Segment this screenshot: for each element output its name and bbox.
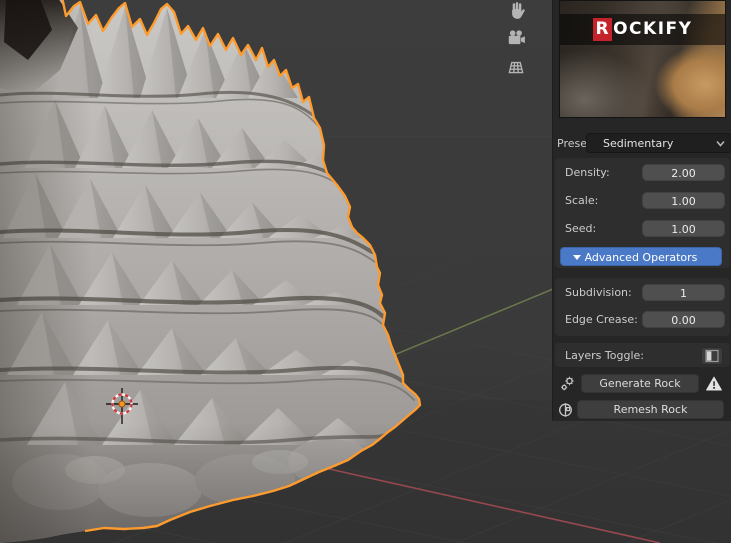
seed-label: Seed: xyxy=(565,220,596,237)
remesh-rock-button[interactable]: Remesh Rock xyxy=(577,400,724,419)
pan-hand-icon[interactable] xyxy=(506,0,526,20)
blender-rockify-screen: { "banner": { "brand_r": "R", "brand_res… xyxy=(0,0,731,543)
density-label: Density: xyxy=(565,164,610,181)
rockify-banner-image: ROCKIFY xyxy=(559,0,726,118)
warning-triangle-icon xyxy=(705,375,723,393)
advanced-operators-toggle[interactable]: Advanced Operators xyxy=(560,247,722,266)
camera-view-icon[interactable] xyxy=(506,28,526,48)
preset-value: Sedimentary xyxy=(603,137,673,150)
grid-floor-icon[interactable] xyxy=(506,57,526,77)
preset-row: Preset: Sedimentary xyxy=(557,133,729,153)
density-field[interactable]: 2.00 xyxy=(642,164,725,181)
layers-toggle-button[interactable] xyxy=(701,347,723,365)
scale-label: Scale: xyxy=(565,192,598,209)
subdivision-field[interactable]: 1 xyxy=(642,284,725,301)
rockify-logo: ROCKIFY xyxy=(560,14,725,45)
preset-dropdown[interactable]: Sedimentary xyxy=(586,133,731,153)
brand-letter-r: R xyxy=(593,18,613,41)
object-origin xyxy=(119,401,125,407)
remesh-sphere-icon xyxy=(557,401,575,419)
advanced-parameters-box: Subdivision: 1 Edge Crease: 0.00 xyxy=(554,277,731,337)
sidebar-panel-icon xyxy=(702,348,722,364)
layers-toggle-label: Layers Toggle: xyxy=(565,347,644,364)
edge-crease-label: Edge Crease: xyxy=(565,311,638,328)
generate-rock-button[interactable]: Generate Rock xyxy=(581,374,699,393)
main-parameters-box: Density: 2.00 Scale: 1.00 Seed: 1.00 Adv… xyxy=(554,157,731,269)
rockify-sidebar-panel: ROCKIFY Preset: Sedimentary Density: 2.0… xyxy=(552,0,731,421)
gears-icon xyxy=(559,375,577,393)
layers-toggle-box: Layers Toggle: xyxy=(554,342,731,368)
remesh-rock-row: Remesh Rock xyxy=(553,400,731,420)
generate-rock-row: Generate Rock xyxy=(553,374,731,394)
subdivision-label: Subdivision: xyxy=(565,284,632,301)
brand-rest: OCKIFY xyxy=(613,19,692,39)
chevron-down-icon xyxy=(716,140,725,147)
scale-field[interactable]: 1.00 xyxy=(642,192,725,209)
edge-crease-field[interactable]: 0.00 xyxy=(642,311,725,328)
triangle-down-icon xyxy=(573,255,581,260)
seed-field[interactable]: 1.00 xyxy=(642,220,725,237)
